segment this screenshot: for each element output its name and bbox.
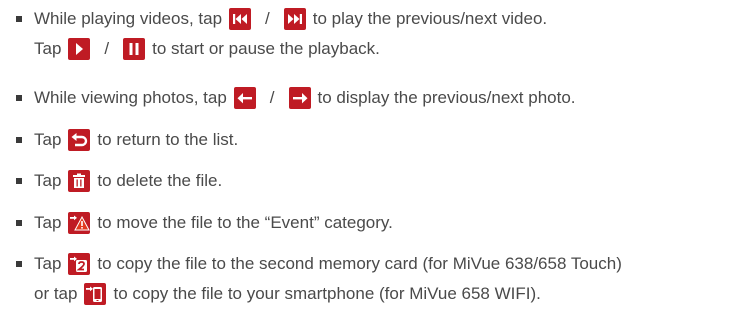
- copy-to-smartphone-icon: [84, 283, 107, 305]
- return-icon: [68, 129, 91, 151]
- move-to-event-icon: [68, 212, 91, 234]
- item-text: to delete the file.: [97, 171, 223, 190]
- item-text: Tap: [34, 130, 62, 149]
- bullet: [16, 16, 22, 22]
- item-text: Tap: [34, 171, 62, 190]
- bullet: [16, 137, 22, 143]
- item-text: While viewing photos, tap: [34, 88, 227, 107]
- item-text: or tap: [34, 284, 78, 303]
- copy-to-card-2-icon: [68, 253, 91, 275]
- skip-next-icon: [283, 8, 306, 30]
- bullet: [16, 95, 22, 101]
- separator-slash: /: [104, 39, 110, 58]
- list-item-return: Tap to return to the list.: [16, 125, 238, 155]
- list-item-video-playback: While playing videos, tap / to play the …: [16, 4, 547, 64]
- play-icon: [68, 38, 91, 60]
- list-item-move-event: Tap to move the file to the “Event” cate…: [16, 208, 393, 238]
- item-text: While playing videos, tap: [34, 9, 223, 28]
- arrow-left-icon: [233, 87, 256, 109]
- skip-previous-icon: [229, 8, 252, 30]
- separator-slash: /: [269, 88, 275, 107]
- list-item-delete: Tap to delete the file.: [16, 166, 222, 196]
- trash-icon: [68, 170, 91, 192]
- bullet: [16, 178, 22, 184]
- item-text: to start or pause the playback.: [152, 39, 380, 58]
- list-item-photo-viewing: While viewing photos, tap / to display t…: [16, 83, 576, 113]
- item-text: to copy the file to the second memory ca…: [97, 254, 622, 273]
- item-text: Tap: [34, 254, 62, 273]
- separator-slash: /: [265, 9, 270, 28]
- item-text: to return to the list.: [97, 130, 239, 149]
- list-item-copy: Tap to copy the file to the second memor…: [16, 249, 622, 309]
- bullet: [16, 261, 22, 267]
- item-text: Tap: [34, 39, 62, 58]
- item-text: to display the previous/next photo.: [317, 88, 576, 107]
- instruction-list: While playing videos, tap / to play the …: [0, 0, 745, 312]
- pause-icon: [123, 38, 146, 60]
- item-text: to move the file to the “Event” category…: [97, 213, 393, 232]
- item-text: Tap: [34, 213, 62, 232]
- item-text: to copy the file to your smartphone (for…: [113, 284, 541, 303]
- bullet: [16, 220, 22, 226]
- item-text: to play the previous/next video.: [312, 9, 548, 28]
- arrow-right-icon: [288, 87, 311, 109]
